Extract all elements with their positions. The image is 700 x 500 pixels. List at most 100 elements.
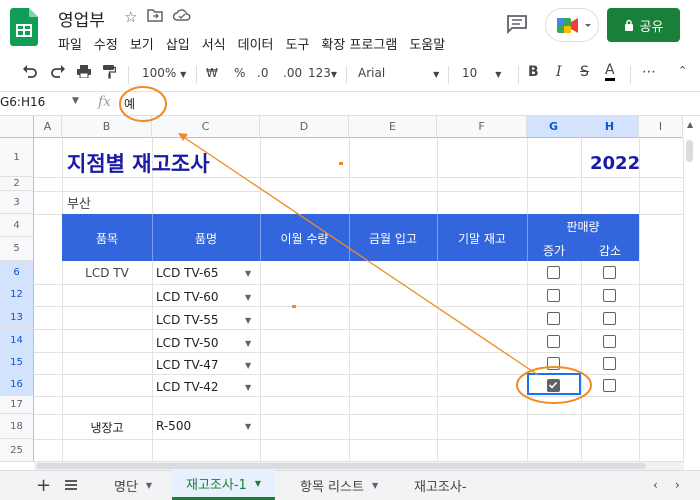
row-header-25[interactable]: 25 (0, 439, 34, 462)
decrease-checkbox[interactable] (603, 312, 616, 325)
row-header-17[interactable]: 17 (0, 396, 34, 414)
undo-icon[interactable] (22, 64, 38, 81)
row-header-3[interactable]: 3 (0, 191, 34, 214)
name-cell[interactable]: LCD TV-42 (156, 380, 219, 394)
increase-checkbox[interactable] (547, 357, 560, 370)
menu-file[interactable]: 파일 (58, 34, 82, 53)
column-header-a[interactable]: A (34, 116, 62, 138)
strikethrough-button[interactable]: S (580, 64, 589, 80)
decrease-checkbox[interactable] (603, 357, 616, 370)
column-header-g[interactable]: G (527, 116, 581, 138)
row-header-4[interactable]: 4 (0, 214, 34, 237)
paint-format-icon[interactable] (102, 64, 117, 82)
menu-view[interactable]: 보기 (130, 34, 154, 53)
menu-help[interactable]: 도움말 (409, 34, 445, 53)
dropdown-arrow-icon[interactable]: ▼ (245, 269, 251, 278)
zoom-select[interactable]: 100% ▼ (142, 66, 186, 80)
dropdown-arrow-icon[interactable]: ▼ (245, 316, 251, 325)
column-header-b[interactable]: B (62, 116, 152, 138)
font-size-select[interactable]: 10 ▼ (462, 66, 501, 80)
row-header-13[interactable]: 13 (0, 306, 34, 329)
decrease-checkbox[interactable] (603, 379, 616, 392)
select-all-corner[interactable] (0, 116, 34, 138)
row-header-5[interactable]: 5 (0, 237, 34, 261)
increase-decimal-button[interactable]: .00 (283, 66, 302, 80)
tab-scroll-left-icon[interactable]: ‹ (653, 470, 658, 500)
item-cell[interactable]: LCD TV (62, 266, 152, 280)
name-cell[interactable]: LCD TV-60 (156, 290, 219, 304)
increase-checkbox[interactable] (547, 312, 560, 325)
more-formats-button[interactable]: 123▼ (308, 66, 337, 80)
document-title[interactable]: 영업부 (58, 6, 105, 31)
dropdown-arrow-icon[interactable]: ▼ (245, 293, 251, 302)
row-header-12[interactable]: 12 (0, 284, 34, 306)
row-header-18[interactable]: 18 (0, 414, 34, 439)
row-header-14[interactable]: 14 (0, 329, 34, 352)
meet-button[interactable] (545, 8, 599, 42)
print-icon[interactable] (76, 64, 92, 81)
name-cell[interactable]: LCD TV-50 (156, 336, 219, 350)
currency-format-button[interactable]: ₩ (206, 66, 218, 80)
dropdown-arrow-icon[interactable]: ▼ (245, 422, 251, 431)
percent-format-button[interactable]: % (234, 66, 245, 80)
menu-tools[interactable]: 도구 (286, 34, 310, 53)
dropdown-arrow-icon[interactable]: ▼ (245, 361, 251, 370)
decrease-checkbox[interactable] (603, 335, 616, 348)
redo-icon[interactable] (50, 64, 66, 81)
row-header-1[interactable]: 1 (0, 138, 34, 177)
column-header-c[interactable]: C (152, 116, 260, 138)
menu-insert[interactable]: 삽입 (166, 34, 190, 53)
menu-format[interactable]: 서식 (202, 34, 226, 53)
column-header-d[interactable]: D (260, 116, 349, 138)
tab-inventory-1[interactable]: 재고조사-1 ▼ (172, 470, 275, 500)
move-folder-icon[interactable] (147, 8, 164, 26)
increase-checkbox[interactable] (547, 266, 560, 279)
tab-roster[interactable]: 명단 ▼ (104, 470, 162, 500)
name-cell-fridge[interactable]: R-500 (156, 419, 191, 433)
scroll-up-icon[interactable]: ▲ (687, 120, 693, 129)
decrease-decimal-button[interactable]: .0 (257, 66, 268, 80)
tab-scroll-right-icon[interactable]: › (675, 470, 680, 500)
share-button[interactable]: 공유 (607, 8, 680, 42)
font-select[interactable]: Arial ▼ (358, 66, 439, 80)
column-header-h[interactable]: H (581, 116, 639, 138)
column-header-i[interactable]: I (639, 116, 683, 138)
menu-extensions[interactable]: 확장 프로그램 (321, 34, 397, 53)
formula-input[interactable]: 예 (124, 95, 135, 112)
name-box[interactable]: G6:H16 (0, 95, 45, 109)
tab-inventory-2[interactable]: 재고조사- (402, 470, 497, 500)
decrease-checkbox[interactable] (603, 266, 616, 279)
dropdown-arrow-icon[interactable]: ▼ (245, 339, 251, 348)
sheets-logo-icon[interactable] (10, 8, 38, 46)
all-sheets-icon[interactable] (64, 470, 78, 500)
vertical-scrollbar[interactable] (686, 140, 693, 162)
comment-history-icon[interactable] (506, 14, 528, 34)
add-sheet-icon[interactable]: + (36, 470, 51, 500)
name-box-dropdown-icon[interactable]: ▼ (72, 96, 79, 106)
name-cell[interactable]: LCD TV-55 (156, 313, 219, 327)
collapse-menu-icon[interactable]: ⌃ (678, 64, 687, 77)
text-color-button[interactable]: A (605, 62, 615, 81)
dropdown-arrow-icon[interactable]: ▼ (245, 383, 251, 392)
row-header-2[interactable]: 2 (0, 177, 34, 191)
more-options-button[interactable]: ⋯ (642, 64, 656, 80)
tab-item-list[interactable]: 항목 리스트 ▼ (288, 470, 390, 500)
column-header-e[interactable]: E (349, 116, 437, 138)
italic-button[interactable]: I (556, 64, 562, 80)
row-header-6[interactable]: 6 (0, 261, 34, 284)
menu-data[interactable]: 데이터 (238, 34, 274, 53)
horizontal-scrollbar[interactable] (36, 463, 646, 469)
row-header-15[interactable]: 15 (0, 352, 34, 374)
increase-checkbox[interactable] (547, 289, 560, 302)
row-header-16[interactable]: 16 (0, 374, 34, 396)
star-icon[interactable]: ☆ (124, 8, 137, 26)
decrease-checkbox[interactable] (603, 289, 616, 302)
cloud-status-icon[interactable] (173, 8, 191, 26)
bold-button[interactable]: B (528, 64, 539, 80)
column-header-f[interactable]: F (437, 116, 527, 138)
increase-checkbox[interactable] (547, 335, 560, 348)
name-cell[interactable]: LCD TV-47 (156, 358, 219, 372)
name-cell[interactable]: LCD TV-65 (156, 266, 219, 280)
menu-edit[interactable]: 수정 (94, 34, 118, 53)
item-cell-fridge[interactable]: 냉장고 (62, 419, 152, 436)
